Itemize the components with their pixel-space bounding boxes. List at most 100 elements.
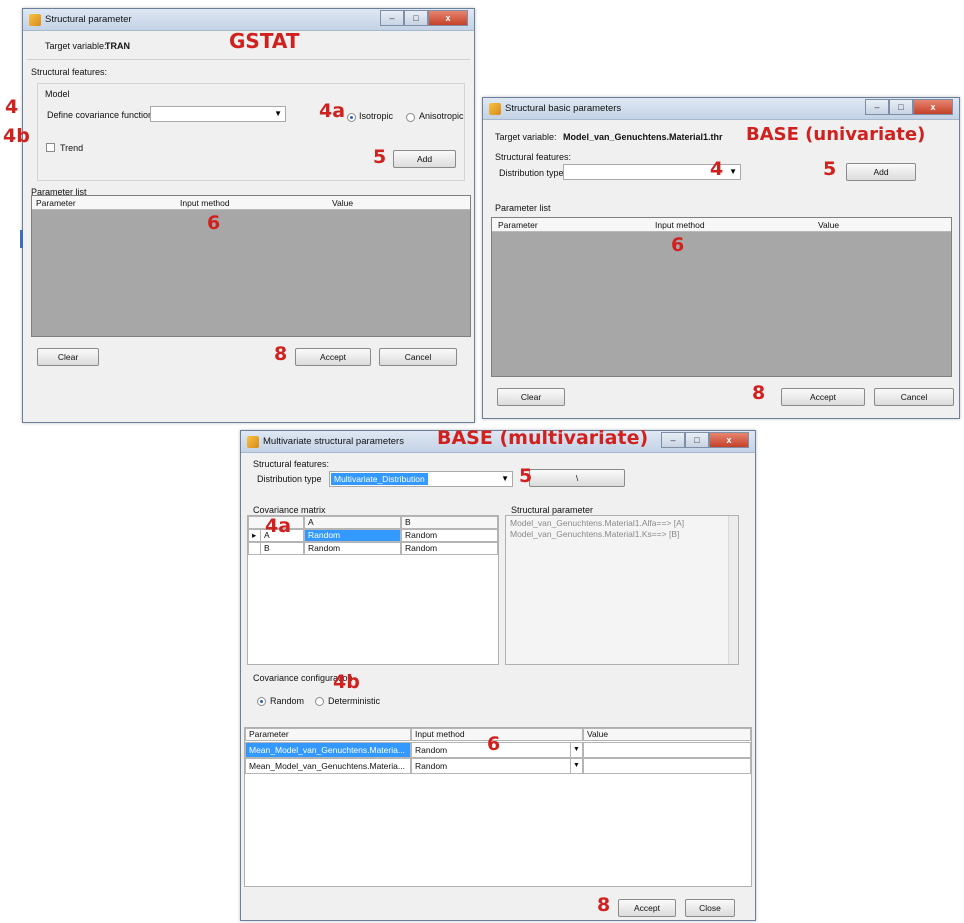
base-multi-title: Multivariate structural parameters [263,436,404,447]
define-covariance-label: Define covariance function: [47,110,156,120]
structural-features-label: Structural features: [31,67,108,77]
row-pointer-icon: ▸ [248,529,260,542]
base-univariate-annotation: BASE (univariate) [746,124,926,145]
close-dialog-button[interactable]: Close [685,899,735,917]
base-uni-titlebar[interactable]: Structural basic parameters – □ x [483,98,959,120]
accept-button[interactable]: Accept [781,388,865,406]
app-icon [489,103,501,115]
chevron-down-icon: ▼ [501,474,509,483]
close-button[interactable]: x [709,432,749,448]
distribution-action-button[interactable]: \ [529,469,625,487]
accept-button[interactable]: Accept [618,899,676,917]
scrollbar[interactable] [728,516,738,664]
app-icon [29,14,41,26]
input-method-value: Random [415,761,448,771]
distribution-value: Multivariate_Distribution [331,473,428,485]
clear-button[interactable]: Clear [37,348,99,366]
matrix-cell[interactable]: Random [304,542,401,555]
random-radio[interactable] [257,697,266,706]
base-uni-title: Structural basic parameters [505,103,622,114]
covariance-matrix-label: Covariance matrix [253,505,326,515]
close-button[interactable]: x [428,10,468,26]
base-multivariate-annotation: BASE (multivariate) [437,427,649,449]
step-8-annotation: 8 [597,894,611,916]
structural-line: Model_van_Genuchtens.Material1.Alfa==> [… [510,518,685,528]
col-parameter: Parameter [36,198,76,208]
target-variable-value: TRAN [105,41,130,51]
deterministic-radio[interactable] [315,697,324,706]
cancel-button[interactable]: Cancel [379,348,457,366]
maximize-button[interactable]: □ [404,10,428,26]
model-label: Model [45,89,70,99]
target-variable-label: Target variable: [45,41,107,51]
chevron-down-icon: ▼ [274,109,282,118]
step-8-annotation: 8 [752,382,766,404]
step-5-annotation: 5 [519,465,533,487]
app-icon [247,436,259,448]
col-parameter: Parameter [245,728,411,741]
parameter-grid[interactable]: Parameter Input method Value [491,217,952,377]
parameter-cell[interactable]: Mean_Model_van_Genuchtens.Materia... [245,758,411,774]
structural-features-label: Structural features: [253,459,330,469]
deterministic-label: Deterministic [328,696,381,706]
step-4a-annotation: 4a [265,515,292,537]
input-method-value: Random [415,745,448,755]
matrix-col-header: A [304,516,401,529]
matrix-cell[interactable]: Random [401,529,498,542]
minimize-button[interactable]: – [865,99,889,115]
chevron-down-icon: ▼ [570,743,582,757]
gstat-titlebar[interactable]: Structural parameter – □ x [23,9,474,31]
col-value: Value [818,220,840,230]
step-4a-annotation: 4a [319,100,346,122]
structural-line: Model_van_Genuchtens.Material1.Ks==> [B] [510,529,680,539]
add-button[interactable]: Add [393,150,456,168]
base-multivariate-window: Multivariate structural parameters – □ x… [240,427,756,921]
structural-parameter-list[interactable]: Model_van_Genuchtens.Material1.Alfa==> [… [505,515,739,665]
structural-parameter-label: Structural parameter [511,505,594,515]
accept-button[interactable]: Accept [295,348,371,366]
add-button[interactable]: Add [846,163,916,181]
divider [27,59,470,60]
step-6-annotation: 6 [207,212,221,234]
step-6-annotation: 6 [671,234,685,256]
maximize-button[interactable]: □ [685,432,709,448]
covariance-matrix-grid[interactable]: A B ▸ A Random Random B Random Random [247,515,499,665]
matrix-row-header: B [260,542,304,555]
structural-features-label: Structural features: [495,152,572,162]
step-5-annotation: 5 [373,146,387,168]
minimize-button[interactable]: – [380,10,404,26]
value-cell[interactable] [583,758,751,774]
target-variable-value: Model_van_Genuchtens.Material1.thr [563,132,723,142]
anisotropic-label: Anisotropic [419,111,464,121]
distribution-type-dropdown[interactable]: Multivariate_Distribution ▼ [329,471,513,487]
covariance-function-dropdown[interactable]: ▼ [150,106,286,122]
distribution-type-label: Distribution type [499,168,564,178]
col-input-method: Input method [655,220,705,230]
trend-label: Trend [60,143,84,153]
anisotropic-radio[interactable] [406,113,415,122]
isotropic-radio[interactable] [347,113,356,122]
clear-button[interactable]: Clear [497,388,565,406]
input-method-dropdown[interactable]: Random ▼ [411,758,583,774]
parameter-list-label: Parameter list [495,203,551,213]
step-4b-annotation: 4b [3,125,30,147]
parameter-cell[interactable]: Mean_Model_van_Genuchtens.Materia... [245,742,411,758]
gstat-title: Structural parameter [45,14,132,25]
step-5-annotation: 5 [823,158,837,180]
maximize-button[interactable]: □ [889,99,913,115]
minimize-button[interactable]: – [661,432,685,448]
trend-checkbox[interactable] [46,143,55,152]
cancel-button[interactable]: Cancel [874,388,954,406]
parameter-grid[interactable]: Parameter Input method Value [31,195,471,337]
step-8-annotation: 8 [274,343,288,365]
value-cell[interactable] [583,742,751,758]
base-univariate-window: Structural basic parameters – □ x Target… [482,97,960,419]
col-parameter: Parameter [498,220,538,230]
matrix-cell[interactable]: Random [304,529,401,542]
close-button[interactable]: x [913,99,953,115]
matrix-cell[interactable]: Random [401,542,498,555]
step-4-annotation: 4 [710,158,724,180]
target-variable-label: Target variable: [495,132,557,142]
gstat-annotation: GSTAT [229,29,300,53]
step-4-annotation: 4 [5,96,19,118]
